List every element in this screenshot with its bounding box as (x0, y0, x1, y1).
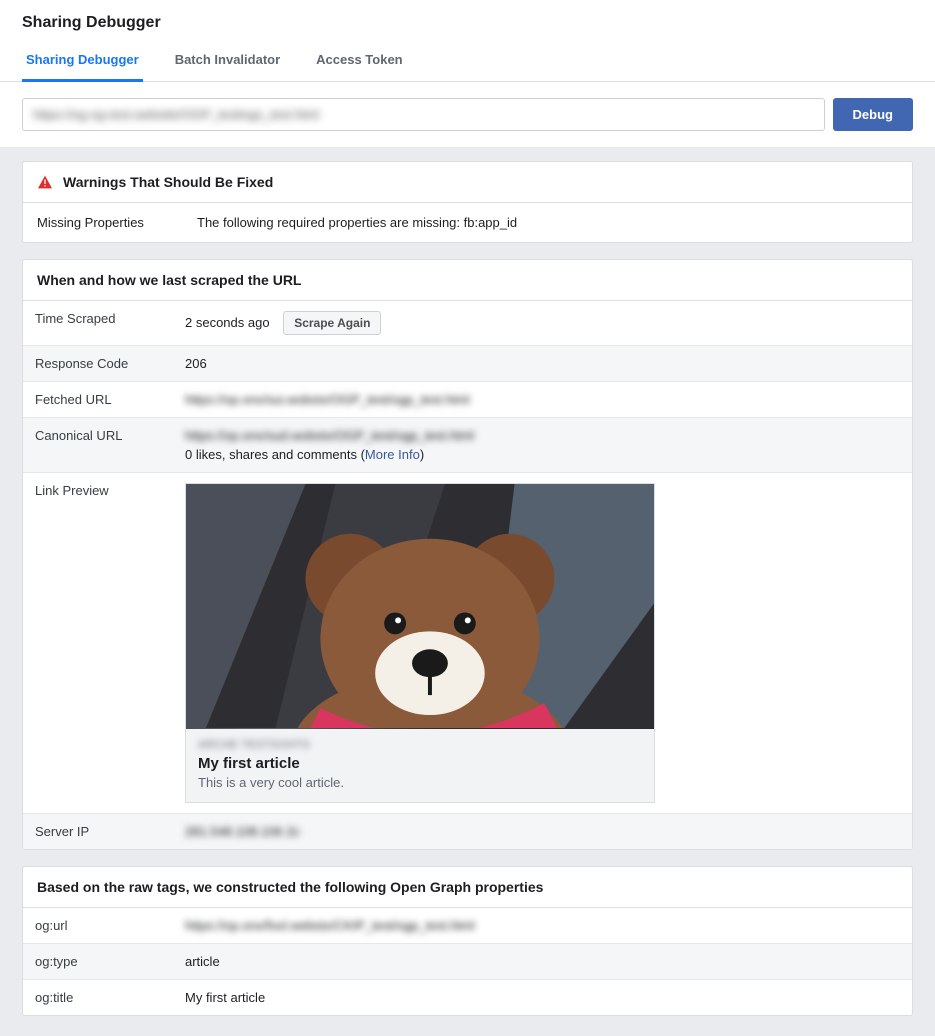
warning-row: Missing Properties The following require… (23, 203, 912, 242)
preview-domain: ARCHE TESTSOHTS (198, 739, 642, 751)
table-row: og:url https://op.onx/foxl.webstx/CKIP_t… (23, 908, 912, 944)
canonical-url-label: Canonical URL (23, 418, 173, 473)
tab-access-token[interactable]: Access Token (312, 42, 406, 82)
preview-title: My first article (198, 755, 642, 772)
response-code-value: 206 (173, 346, 912, 382)
table-row: Fetched URL https://op.onx/sui.wobstx/OG… (23, 382, 912, 418)
content-area: Warnings That Should Be Fixed Missing Pr… (0, 147, 935, 1036)
og-title-label: og:title (23, 980, 173, 1016)
table-row: Server IP 281.548.108.106 2c (23, 814, 912, 850)
table-row: Link Preview (23, 473, 912, 814)
warnings-panel: Warnings That Should Be Fixed Missing Pr… (22, 161, 913, 243)
scrape-header: When and how we last scraped the URL (23, 260, 912, 301)
more-info-link[interactable]: More Info (365, 447, 420, 462)
preview-image (186, 484, 654, 729)
og-url-value: https://op.onx/foxl.webstx/CKIP_test/ogp… (173, 908, 912, 944)
warnings-title: Warnings That Should Be Fixed (63, 174, 273, 190)
scrape-panel: When and how we last scraped the URL Tim… (22, 259, 913, 850)
og-type-label: og:type (23, 944, 173, 980)
time-scraped-value: 2 seconds ago Scrape Again (173, 301, 912, 346)
table-row: Response Code 206 (23, 346, 912, 382)
og-header: Based on the raw tags, we constructed th… (23, 867, 912, 908)
page-title: Sharing Debugger (0, 0, 935, 42)
server-ip-label: Server IP (23, 814, 173, 850)
og-url-label: og:url (23, 908, 173, 944)
table-row: Time Scraped 2 seconds ago Scrape Again (23, 301, 912, 346)
preview-description: This is a very cool article. (198, 775, 642, 790)
table-row: og:title My first article (23, 980, 912, 1016)
fetched-url-value: https://op.onx/sui.wobstx/OGP_test/ogp_t… (173, 382, 912, 418)
warning-icon (37, 175, 53, 189)
scrape-again-button[interactable]: Scrape Again (283, 311, 381, 335)
warnings-header: Warnings That Should Be Fixed (23, 162, 912, 203)
og-type-value: article (173, 944, 912, 980)
og-panel: Based on the raw tags, we constructed th… (22, 866, 913, 1016)
link-preview-label: Link Preview (23, 473, 173, 814)
link-preview-card: ARCHE TESTSOHTS My first article This is… (185, 483, 655, 803)
url-input[interactable]: https://og-og-test.website/OGP_testings_… (22, 98, 825, 131)
table-row: Canonical URL https://op.onx/sud.wobstx/… (23, 418, 912, 473)
tabs: Sharing Debugger Batch Invalidator Acces… (0, 42, 935, 82)
canonical-url-value: https://op.onx/sud.wobstx/OGP_test/ogp_t… (173, 418, 912, 473)
tab-sharing-debugger[interactable]: Sharing Debugger (22, 42, 143, 82)
link-preview-value: ARCHE TESTSOHTS My first article This is… (173, 473, 912, 814)
warning-value: The following required properties are mi… (197, 215, 898, 230)
warning-label: Missing Properties (37, 215, 197, 230)
fetched-url-label: Fetched URL (23, 382, 173, 418)
time-scraped-label: Time Scraped (23, 301, 173, 346)
preview-meta: ARCHE TESTSOHTS My first article This is… (186, 729, 654, 802)
debug-button[interactable]: Debug (833, 98, 913, 131)
input-row: https://og-og-test.website/OGP_testings_… (0, 82, 935, 147)
og-title-value: My first article (173, 980, 912, 1016)
server-ip-value: 281.548.108.106 2c (173, 814, 912, 850)
table-row: og:type article (23, 944, 912, 980)
response-code-label: Response Code (23, 346, 173, 382)
tab-batch-invalidator[interactable]: Batch Invalidator (171, 42, 284, 82)
